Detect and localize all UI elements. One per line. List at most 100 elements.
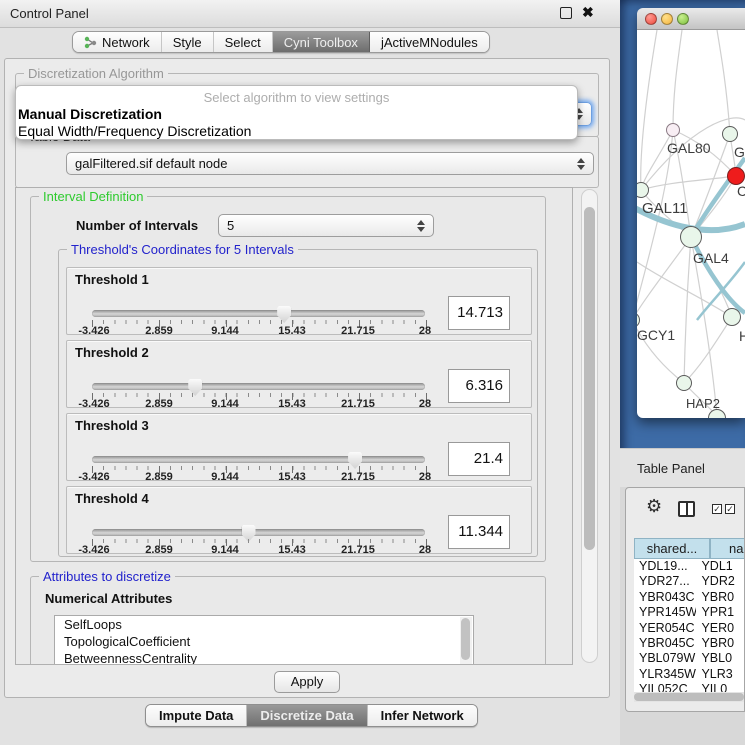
tab-style[interactable]: Style bbox=[162, 32, 214, 52]
tick-label: 15.43 bbox=[278, 544, 306, 556]
combo-arrows-icon bbox=[417, 220, 425, 232]
table-row[interactable]: YDR27...YDR2 bbox=[634, 574, 745, 589]
threshold-4-panel: Threshold 4 -3.426 2.859 9.144 15.43 bbox=[66, 486, 532, 554]
network-node-gal80[interactable] bbox=[666, 123, 680, 137]
table-panel-header: Table Panel bbox=[620, 448, 745, 487]
table-panel: ⚙ ✓ ✓ shared... na YDL19...YDL1 YDR27...… bbox=[625, 487, 745, 712]
gear-icon[interactable]: ⚙ bbox=[646, 496, 662, 517]
interval-definition-group-title: Interval Definition bbox=[39, 189, 147, 204]
table-scrollbar-thumb[interactable] bbox=[634, 693, 744, 701]
apply-button[interactable]: Apply bbox=[274, 671, 340, 693]
mac-minimize-button[interactable] bbox=[661, 13, 673, 25]
tick-label: 28 bbox=[419, 325, 431, 337]
threshold-1-value-field[interactable]: 14.713 bbox=[448, 296, 510, 330]
algorithm-option-manual[interactable]: Manual Discretization bbox=[18, 106, 162, 122]
threshold-4-slider[interactable] bbox=[92, 529, 425, 536]
tick-label: 21.715 bbox=[341, 471, 375, 483]
mac-zoom-button[interactable] bbox=[677, 13, 689, 25]
number-of-intervals-combobox[interactable]: 5 bbox=[218, 214, 434, 237]
network-node-hap2[interactable] bbox=[676, 375, 692, 391]
columns-icon[interactable] bbox=[678, 501, 695, 517]
threshold-3-value-field[interactable]: 21.4 bbox=[448, 442, 510, 476]
screen: Control Panel ✖ Network Style Select Cyn… bbox=[0, 0, 745, 745]
tick-label: 15.43 bbox=[278, 398, 306, 410]
network-node[interactable] bbox=[723, 308, 741, 326]
table-data-selected: galFiltered.sif default node bbox=[75, 156, 227, 171]
top-tab-bar: Network Style Select Cyni Toolbox jActiv… bbox=[72, 31, 490, 53]
tab-network[interactable]: Network bbox=[73, 32, 162, 52]
tick-label: 15.43 bbox=[278, 471, 306, 483]
tab-discretize-data[interactable]: Discretize Data bbox=[247, 705, 367, 726]
threshold-3-label: Threshold 3 bbox=[75, 418, 149, 433]
network-node[interactable] bbox=[722, 126, 738, 142]
tick-label: 2.859 bbox=[145, 398, 173, 410]
network-canvas[interactable]: GAL80 GA GAL11 C GAL4 GCY1 H HAP2 bbox=[637, 30, 745, 418]
close-icon[interactable]: ✖ bbox=[582, 4, 594, 21]
settings-scrollbar-thumb[interactable] bbox=[584, 207, 595, 550]
attributes-group-title: Attributes to discretize bbox=[39, 569, 175, 584]
column-header-shared[interactable]: shared... bbox=[634, 538, 710, 559]
cyni-toolbox-content: Discretization Algorithm Select algorith… bbox=[4, 58, 610, 698]
tick-label: 28 bbox=[419, 398, 431, 410]
tick-label: 2.859 bbox=[145, 471, 173, 483]
table-row[interactable]: YBR045CYBR0 bbox=[634, 636, 745, 651]
table-data-group: Table Data galFiltered.sif default node bbox=[15, 136, 599, 188]
algorithm-option-equal-width[interactable]: Equal Width/Frequency Discretization bbox=[18, 123, 251, 139]
checkbox-icon[interactable]: ✓ bbox=[712, 504, 722, 514]
node-label-partial: H bbox=[739, 328, 745, 344]
threshold-3-slider[interactable] bbox=[92, 456, 425, 463]
tick-label: 28 bbox=[419, 544, 431, 556]
tick-label: -3.426 bbox=[78, 398, 109, 410]
panel-title: Control Panel bbox=[10, 6, 89, 21]
list-item[interactable]: BetweennessCentrality bbox=[55, 650, 473, 665]
algorithm-placeholder-item[interactable]: Select algorithm to view settings bbox=[16, 90, 577, 105]
table-row[interactable]: YBR043CYBR0 bbox=[634, 590, 745, 605]
tab-jactivemnodules[interactable]: jActiveMNodules bbox=[370, 32, 489, 52]
threshold-4-label: Threshold 4 bbox=[75, 491, 149, 506]
checkbox-icon[interactable]: ✓ bbox=[725, 504, 735, 514]
column-header-name[interactable]: na bbox=[710, 538, 745, 559]
slider-ticks bbox=[92, 393, 426, 400]
settings-scrollbar[interactable] bbox=[581, 189, 598, 663]
threshold-2-slider[interactable] bbox=[92, 383, 425, 390]
float-window-icon[interactable] bbox=[560, 7, 572, 19]
table-panel-title: Table Panel bbox=[637, 461, 705, 476]
algorithm-dropdown-popup: Select algorithm to view settings Manual… bbox=[15, 85, 578, 140]
slider-ticks bbox=[92, 320, 426, 327]
threshold-1-panel: Threshold 1 -3.426 2.859 9.144 15.43 bbox=[66, 267, 532, 335]
interval-definition-group: Interval Definition Number of Intervals … bbox=[30, 196, 546, 562]
table-horizontal-scrollbar[interactable] bbox=[634, 692, 745, 702]
settings-viewport: Interval Definition Number of Intervals … bbox=[15, 187, 573, 665]
node-label-gal11: GAL11 bbox=[642, 200, 688, 217]
table-row[interactable]: YIL052CYIL0 bbox=[634, 682, 745, 692]
tick-label: 9.144 bbox=[211, 398, 239, 410]
table-data-combobox[interactable]: galFiltered.sif default node bbox=[66, 152, 594, 175]
table-row[interactable]: YLR345WYLR3 bbox=[634, 667, 745, 682]
control-panel: Control Panel ✖ Network Style Select Cyn… bbox=[0, 0, 620, 745]
tab-select[interactable]: Select bbox=[214, 32, 273, 52]
list-item[interactable]: SelfLoops bbox=[55, 616, 473, 633]
node-label-gal4: GAL4 bbox=[693, 250, 729, 266]
network-window-titlebar[interactable] bbox=[637, 8, 745, 30]
slider-ticks bbox=[92, 539, 426, 546]
threshold-4-value-field[interactable]: 11.344 bbox=[448, 515, 510, 549]
table-row[interactable]: YPR145WYPR1 bbox=[634, 605, 745, 620]
table-row[interactable]: YBL079WYBL0 bbox=[634, 651, 745, 666]
threshold-2-value-field[interactable]: 6.316 bbox=[448, 369, 510, 403]
network-view-window: GAL80 GA GAL11 C GAL4 GCY1 H HAP2 bbox=[637, 8, 745, 418]
mac-close-button[interactable] bbox=[645, 13, 657, 25]
tick-label: 15.43 bbox=[278, 325, 306, 337]
tab-style-label: Style bbox=[173, 35, 202, 50]
tab-infer-network[interactable]: Infer Network bbox=[368, 705, 477, 726]
tick-label: 9.144 bbox=[211, 471, 239, 483]
tab-cyni-toolbox[interactable]: Cyni Toolbox bbox=[273, 32, 370, 52]
table-row[interactable]: YDL19...YDL1 bbox=[634, 559, 745, 574]
list-item[interactable]: TopologicalCoefficient bbox=[55, 633, 473, 650]
table-row[interactable]: YER054CYER0 bbox=[634, 621, 745, 636]
network-node-gal4[interactable] bbox=[680, 226, 702, 248]
network-edges bbox=[637, 30, 745, 418]
list-scrollbar[interactable] bbox=[460, 617, 472, 665]
tick-label: 21.715 bbox=[341, 325, 375, 337]
tab-impute-data[interactable]: Impute Data bbox=[146, 705, 247, 726]
threshold-1-slider[interactable] bbox=[92, 310, 425, 317]
